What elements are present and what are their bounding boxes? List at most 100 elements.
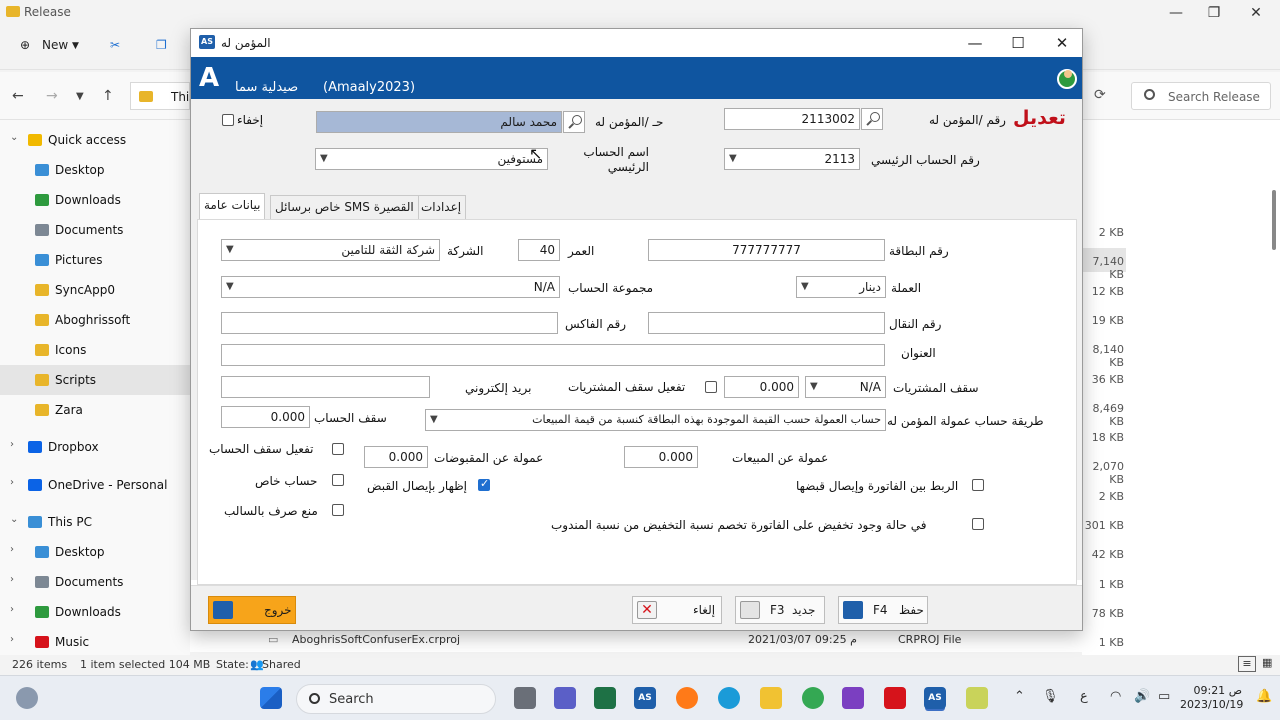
- mobile-field[interactable]: [648, 312, 885, 334]
- enable-account-cap-checkbox[interactable]: [332, 443, 344, 455]
- plus-icon[interactable]: ⊕: [20, 38, 30, 52]
- chevron-icon[interactable]: ›: [10, 544, 14, 555]
- chevron-icon[interactable]: ›: [10, 477, 14, 488]
- minimize-icon[interactable]: —: [964, 33, 986, 53]
- file-explorer-icon[interactable]: [760, 687, 782, 709]
- close-icon[interactable]: ✕: [1246, 4, 1266, 22]
- minimize-icon[interactable]: —: [1166, 4, 1186, 22]
- forward-arrow-icon[interactable]: →: [46, 88, 58, 104]
- exit-button[interactable]: خروج: [208, 596, 296, 624]
- wifi-icon[interactable]: ◠: [1110, 689, 1121, 704]
- main-account-name-select[interactable]: ▼ مستوفين: [315, 148, 548, 170]
- account-cap-field[interactable]: 0.000: [221, 406, 310, 428]
- sidebar-item[interactable]: Documents: [0, 215, 190, 245]
- sidebar-item[interactable]: › Music: [0, 627, 190, 657]
- address-input[interactable]: This: [130, 82, 196, 110]
- new-button[interactable]: F3 جديد: [735, 596, 825, 624]
- chevron-icon[interactable]: ⌄: [10, 132, 18, 143]
- chrome-icon[interactable]: [802, 687, 824, 709]
- volume-icon[interactable]: 🔊: [1134, 689, 1150, 704]
- refresh-icon[interactable]: ⟳: [1094, 87, 1106, 103]
- sales-commission-field[interactable]: 0.000: [624, 446, 698, 468]
- sidebar-item[interactable]: › OneDrive - Personal: [0, 470, 190, 500]
- chevron-down-icon[interactable]: ▼: [72, 41, 79, 51]
- tiles-view-icon[interactable]: ▦: [1262, 656, 1272, 669]
- save-button[interactable]: F4 حفظ: [838, 596, 928, 624]
- insured-no-lookup-icon[interactable]: [861, 108, 883, 130]
- chevron-icon[interactable]: ›: [10, 439, 14, 450]
- sidebar-item[interactable]: › Desktop: [0, 537, 190, 567]
- user-avatar-icon[interactable]: [1057, 69, 1077, 89]
- maximize-icon[interactable]: ☐: [1007, 33, 1029, 53]
- insured-no-field[interactable]: 2113002: [724, 108, 860, 130]
- sidebar-item[interactable]: ⌄ This PC: [0, 507, 190, 537]
- cancel-button[interactable]: ✕ إلغاء: [632, 596, 722, 624]
- sidebar-item[interactable]: SyncApp0: [0, 275, 190, 305]
- main-account-no-select[interactable]: ▼ 2113: [724, 148, 860, 170]
- sql-app-icon[interactable]: [884, 687, 906, 709]
- tray-chevron-icon[interactable]: ⌃: [1014, 689, 1025, 704]
- prevent-negative-checkbox[interactable]: [332, 504, 344, 516]
- fax-field[interactable]: [221, 312, 558, 334]
- company-select[interactable]: ▼ شركة الثقة للتامين: [221, 239, 440, 261]
- account-lookup-icon[interactable]: [563, 111, 585, 133]
- email-field[interactable]: [221, 376, 430, 398]
- microphone-icon[interactable]: 🎙: [1042, 689, 1059, 704]
- search-input[interactable]: Search Release: [1131, 82, 1271, 110]
- history-chevron-icon[interactable]: ▼: [76, 91, 84, 102]
- teams-icon[interactable]: [554, 687, 576, 709]
- chevron-icon[interactable]: ›: [10, 634, 14, 645]
- sidebar-item[interactable]: Downloads: [0, 185, 190, 215]
- commission-method-select[interactable]: ▼ حساب العمولة حسب القيمة الموجودة بهذه …: [425, 409, 886, 431]
- sidebar-item[interactable]: Aboghrissoft: [0, 305, 190, 335]
- purchase-cap-type-select[interactable]: ▼ N/A: [805, 376, 886, 398]
- tab-settings[interactable]: إعدادات: [416, 195, 467, 219]
- sidebar-item[interactable]: Pictures: [0, 245, 190, 275]
- weather-icon[interactable]: [16, 687, 38, 709]
- maximize-icon[interactable]: ❐: [1204, 4, 1224, 22]
- sidebar-item[interactable]: Scripts: [0, 365, 190, 395]
- notes-icon[interactable]: [966, 687, 988, 709]
- file-list[interactable]: 2 KB 7,140 KB 12 KB 19 KB 8,140 KB 36 KB 8,469…: [1082, 120, 1280, 655]
- start-icon[interactable]: [260, 687, 282, 709]
- discount-rule-checkbox[interactable]: [972, 518, 984, 530]
- account-group-select[interactable]: ▼ N/A: [221, 276, 560, 298]
- sidebar-item[interactable]: Desktop: [0, 155, 190, 185]
- close-icon[interactable]: ✕: [1051, 33, 1073, 53]
- task-view-icon[interactable]: [514, 687, 536, 709]
- up-arrow-icon[interactable]: ↑: [102, 88, 114, 104]
- visual-studio-icon[interactable]: [842, 687, 864, 709]
- sidebar-item[interactable]: ⌄ Quick access: [0, 125, 190, 155]
- card-no-field[interactable]: 777777777: [648, 239, 885, 261]
- input-language[interactable]: ع: [1080, 689, 1088, 704]
- cut-icon[interactable]: ✂: [110, 38, 120, 52]
- chevron-icon[interactable]: ⌄: [10, 514, 18, 525]
- back-arrow-icon[interactable]: ←: [12, 88, 24, 104]
- link-invoice-checkbox[interactable]: [972, 479, 984, 491]
- table-row[interactable]: ▭ AboghrisSoftConfuserEx.crproj 2021/03/…: [190, 630, 1082, 652]
- age-field[interactable]: 40: [518, 239, 560, 261]
- currency-select[interactable]: ▼ دينار: [796, 276, 886, 298]
- show-receipt-checkbox[interactable]: [478, 477, 490, 491]
- sidebar-item[interactable]: › Documents: [0, 567, 190, 597]
- account-name-field[interactable]: محمد سالم: [316, 111, 562, 133]
- sidebar-item[interactable]: Zara: [0, 395, 190, 425]
- clock[interactable]: 09:21 ص 2023/10/19: [1180, 684, 1243, 712]
- sidebar-item[interactable]: Icons: [0, 335, 190, 365]
- battery-icon[interactable]: ▭: [1158, 689, 1170, 704]
- chevron-icon[interactable]: ›: [10, 604, 14, 615]
- tab-general[interactable]: بيانات عامة: [199, 193, 266, 219]
- receipts-commission-field[interactable]: 0.000: [364, 446, 428, 468]
- sidebar-item[interactable]: › Dropbox: [0, 432, 190, 462]
- as-app-active-icon[interactable]: AS: [924, 687, 946, 709]
- address-field[interactable]: [221, 344, 885, 366]
- purchase-cap-value-field[interactable]: 0.000: [724, 376, 799, 398]
- copy-icon[interactable]: ❐: [156, 38, 167, 52]
- sidebar-item[interactable]: › Downloads: [0, 597, 190, 627]
- private-account-checkbox[interactable]: [332, 474, 344, 486]
- taskbar-search[interactable]: Search: [296, 684, 496, 714]
- edge-icon[interactable]: [718, 687, 740, 709]
- notifications-icon[interactable]: 🔔: [1256, 689, 1272, 704]
- vertical-scrollbar[interactable]: [1270, 120, 1278, 655]
- chevron-icon[interactable]: ›: [10, 574, 14, 585]
